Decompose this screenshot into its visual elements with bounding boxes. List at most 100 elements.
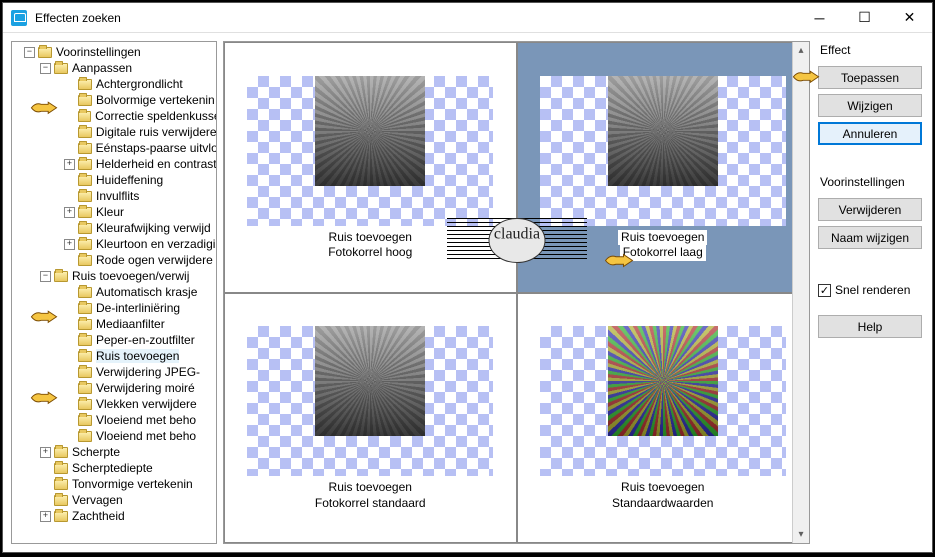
tree-item[interactable]: Automatisch krasje [12,284,216,300]
tree-label: Verwijdering moiré [96,381,195,395]
tree-item[interactable]: +Kleurtoon en verzadigi [12,236,216,252]
folder-icon [78,95,92,106]
expand-icon[interactable]: + [64,159,75,170]
preview-thumbnail [247,76,493,226]
modify-button[interactable]: Wijzigen [818,94,922,117]
expand-icon[interactable]: + [64,207,75,218]
tree-item[interactable]: +Scherpte [12,444,216,460]
tree-item[interactable]: Peper-en-zoutfilter [12,332,216,348]
folder-icon [78,175,92,186]
collapse-icon[interactable]: − [40,271,51,282]
rename-button[interactable]: Naam wijzigen [818,226,922,249]
tree-item[interactable]: Vloeiend met beho [12,412,216,428]
preview-caption: Ruis toevoegen Fotokorrel standaard [315,480,426,511]
tree-spacer [64,351,75,362]
folder-icon [78,143,92,154]
folder-icon [78,415,92,426]
tree-spacer [64,415,75,426]
tree-item[interactable]: Achtergrondlicht [12,76,216,92]
folder-icon [78,79,92,90]
tree-item[interactable]: Verwijdering JPEG- [12,364,216,380]
preview-thumbnail [540,326,786,476]
titlebar[interactable]: Effecten zoeken ─ ☐ ✕ [3,3,932,33]
tree-label: Peper-en-zoutfilter [96,333,195,347]
expand-icon[interactable]: + [40,447,51,458]
tree-spacer [64,303,75,314]
effect-section-label: Effect [820,43,922,57]
preview-fotokorrel-standaard[interactable]: Ruis toevoegen Fotokorrel standaard [224,293,517,544]
tree-label: Achtergrondlicht [96,77,183,91]
tree-label: Invulflits [96,189,139,203]
folder-icon [54,511,68,522]
scroll-up-icon[interactable]: ▴ [793,42,809,59]
action-panel: Effect Toepassen Wijzigen Annuleren Voor… [816,41,924,544]
folder-icon [78,431,92,442]
folder-icon [78,127,92,138]
preview-thumbnail [247,326,493,476]
tree-item[interactable]: Vervagen [12,492,216,508]
tree-group-aanpassen[interactable]: − Aanpassen [12,60,216,76]
checkbox-label: Snel renderen [835,283,910,297]
tree-root[interactable]: − Voorinstellingen [12,44,216,60]
tree-item[interactable]: Tonvormige vertekenin [12,476,216,492]
pointer-hand-icon [30,307,58,327]
folder-icon [78,383,92,394]
minimize-button[interactable]: ─ [797,3,842,33]
preview-fotokorrel-hoog[interactable]: Ruis toevoegen Fotokorrel hoog [224,42,517,293]
tree-item[interactable]: Digitale ruis verwijdere [12,124,216,140]
folder-icon [78,351,92,362]
tree-label: Zachtheid [72,509,125,523]
tree-item[interactable]: +Kleur [12,204,216,220]
expand-icon[interactable]: + [40,511,51,522]
preview-standaardwaarden[interactable]: Ruis toevoegen Standaardwaarden [517,293,810,544]
help-button[interactable]: Help [818,315,922,338]
tree-group-ruis[interactable]: − Ruis toevoegen/verwij [12,268,216,284]
expand-icon[interactable]: + [64,239,75,250]
tree-label: Bolvormige vertekenin [96,93,215,107]
tree-spacer [64,255,75,266]
tree-label: Vlekken verwijdere [96,397,197,411]
tree-item[interactable]: Eénstaps-paarse uitvlo [12,140,216,156]
tree-spacer [40,463,51,474]
preview-scrollbar[interactable]: ▴ ▾ [792,42,809,543]
scroll-down-icon[interactable]: ▾ [793,526,809,543]
tree-item[interactable]: + Zachtheid [12,508,216,524]
tree-item[interactable]: Invulflits [12,188,216,204]
tree-spacer [64,175,75,186]
close-button[interactable]: ✕ [887,3,932,33]
collapse-icon[interactable]: − [40,63,51,74]
app-icon [11,10,27,26]
fast-render-checkbox[interactable]: ✓ Snel renderen [818,283,922,297]
folder-icon [78,191,92,202]
tree-item[interactable]: Scherptediepte [12,460,216,476]
preview-thumbnail [540,76,786,226]
tree-item[interactable]: Kleurafwijking verwijd [12,220,216,236]
cancel-button[interactable]: Annuleren [818,122,922,145]
tree-item[interactable]: Rode ogen verwijdere [12,252,216,268]
folder-icon [54,463,68,474]
tree-spacer [64,223,75,234]
tree-label: Aanpassen [72,61,132,75]
tree-spacer [64,143,75,154]
tree-item[interactable]: Ruis toevoegen [12,348,216,364]
collapse-icon[interactable]: − [24,47,35,58]
delete-button[interactable]: Verwijderen [818,198,922,221]
folder-icon [54,479,68,490]
apply-button[interactable]: Toepassen [818,66,922,89]
tree-item[interactable]: +Helderheid en contrast [12,156,216,172]
pointer-hand-icon [604,250,634,272]
tree-label: Vloeiend met beho [96,413,196,427]
tree-label: Vervagen [72,493,123,507]
folder-icon [78,335,92,346]
pointer-hand-icon [792,67,820,87]
preset-tree-panel[interactable]: − Voorinstellingen − Aanpassen Achtergro… [11,41,217,544]
tree-item[interactable]: Huideffening [12,172,216,188]
tree-label: Automatisch krasje [96,285,197,299]
folder-icon [54,447,68,458]
maximize-button[interactable]: ☐ [842,3,887,33]
tree-label: Kleurafwijking verwijd [96,221,211,235]
folder-icon [78,223,92,234]
preview-fotokorrel-laag[interactable]: Ruis toevoegen Fotokorrel laag [517,42,810,293]
tree-item[interactable]: Vloeiend met beho [12,428,216,444]
tree-spacer [64,79,75,90]
